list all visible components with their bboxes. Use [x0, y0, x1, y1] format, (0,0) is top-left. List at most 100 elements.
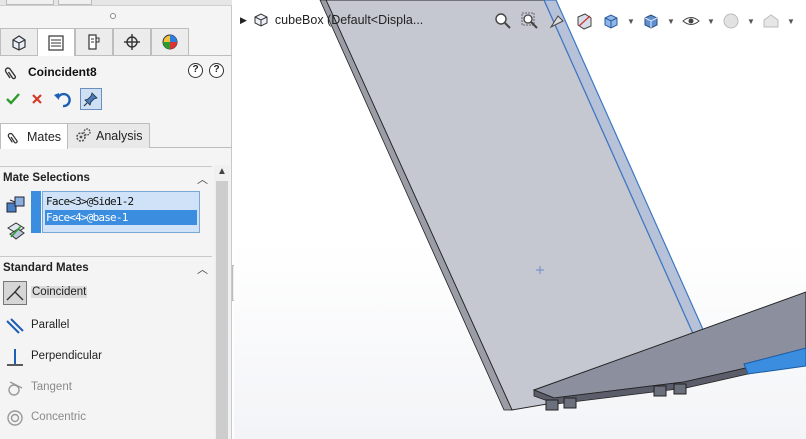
- tab-mates[interactable]: Mates: [0, 123, 69, 149]
- base-tab: [563, 397, 577, 409]
- feature-tree-icon: [12, 35, 26, 51]
- property-manager-icon: [48, 34, 64, 51]
- mate-coincident-label: Coincident: [31, 286, 88, 298]
- manager-tabbar: [0, 28, 232, 56]
- cancel-button[interactable]: [26, 88, 48, 110]
- collapse-chevron-icon[interactable]: ︿: [197, 261, 208, 277]
- feature-title: Coincident8: [28, 65, 97, 79]
- flyout-tree-header[interactable]: ▶ cubeBox (Default<Displa...: [240, 12, 423, 28]
- mate-parallel-label: Parallel: [31, 319, 70, 331]
- tangent-icon: [3, 376, 27, 400]
- perpendicular-icon: [3, 345, 27, 369]
- mate-concentric[interactable]: Concentric: [3, 406, 203, 430]
- base-tab: [653, 385, 667, 397]
- display-style-icon: [644, 14, 658, 29]
- tab-feature-manager[interactable]: [0, 28, 38, 55]
- ok-button[interactable]: [2, 88, 24, 110]
- previous-view-button[interactable]: [546, 10, 568, 32]
- scroll-thumb[interactable]: [216, 181, 228, 439]
- tab-property-manager[interactable]: [37, 28, 75, 56]
- selection-item[interactable]: Face<4>@base-1: [45, 210, 197, 225]
- eye-icon: [682, 17, 700, 25]
- checkmark-icon: [6, 93, 20, 105]
- top-tab-1[interactable]: [6, 0, 54, 5]
- panel-grip[interactable]: [110, 13, 116, 19]
- help-icons: ? ?: [188, 63, 224, 78]
- zoom-to-area-button[interactable]: [519, 10, 541, 32]
- pushpin-icon: [83, 92, 98, 107]
- pushpin-button[interactable]: [80, 88, 102, 110]
- parallel-icon: [3, 314, 27, 338]
- view-orientation-button[interactable]: [600, 10, 622, 32]
- paperclip-icon: [7, 132, 18, 143]
- mate-perpendicular[interactable]: Perpendicular: [3, 345, 203, 369]
- mate-tangent[interactable]: Tangent: [3, 376, 203, 400]
- appearance-icon: [723, 13, 739, 29]
- gears-icon: [76, 128, 91, 142]
- appearance-ball-icon: [162, 34, 178, 50]
- display-style-dropdown-icon[interactable]: ▼: [667, 10, 675, 32]
- mate-parallel[interactable]: Parallel: [3, 314, 203, 338]
- base-tab: [545, 399, 559, 411]
- assembly-icon: [254, 13, 268, 27]
- view-orientation-dropdown-icon[interactable]: ▼: [627, 10, 635, 32]
- hide-show-items-button[interactable]: [680, 10, 702, 32]
- edit-appearance-button[interactable]: [720, 10, 742, 32]
- mate-pair-icon[interactable]: [5, 220, 27, 242]
- property-manager-panel: Coincident8 ? ? Mates Analysis ▲ Mate Se…: [0, 0, 232, 439]
- graphics-viewport[interactable]: ▶ cubeBox (Default<Displa... ▼ ▼ ▼ ▼ ▼: [234, 0, 806, 439]
- scene-dropdown-icon[interactable]: ▼: [787, 10, 795, 32]
- expand-arrow-icon[interactable]: ▶: [240, 15, 247, 26]
- zoom-area-icon: [521, 12, 538, 29]
- section-view-button[interactable]: [573, 10, 595, 32]
- selected-entities-icon: [5, 194, 27, 216]
- undo-button[interactable]: [52, 88, 74, 110]
- hide-show-dropdown-icon[interactable]: ▼: [707, 10, 715, 32]
- section-view-icon: [577, 13, 592, 30]
- scroll-up-arrow-icon[interactable]: ▲: [214, 165, 230, 179]
- base-tab: [673, 383, 687, 395]
- configuration-icon: [88, 34, 100, 50]
- zoom-to-fit-button[interactable]: [492, 10, 514, 32]
- standard-mates-header[interactable]: Standard Mates ︿: [0, 256, 212, 276]
- tab-display-manager[interactable]: [151, 28, 189, 55]
- zoom-fit-icon: [495, 13, 511, 29]
- tab-dimxpert-manager[interactable]: [113, 28, 151, 55]
- coincident-icon: [3, 281, 27, 305]
- previous-view-icon: [549, 15, 564, 29]
- heads-up-view-toolbar: ▼ ▼ ▼ ▼ ▼: [492, 10, 795, 32]
- concentric-icon: [3, 406, 27, 430]
- mate-tangent-label: Tangent: [31, 381, 72, 393]
- crosshair-icon: [124, 34, 140, 50]
- action-row: [2, 88, 122, 112]
- tab-analysis[interactable]: Analysis: [67, 123, 150, 148]
- whats-wrong-icon[interactable]: ?: [188, 63, 203, 78]
- top-tab-2[interactable]: [58, 0, 92, 5]
- panel-top-strip: [0, 0, 232, 6]
- mate-selections-header[interactable]: Mate Selections ︿: [0, 166, 212, 186]
- view-orientation-icon: [604, 14, 618, 29]
- selection-item[interactable]: Face<3>@Side1-2: [45, 194, 197, 209]
- mate-perpendicular-label: Perpendicular: [31, 350, 102, 362]
- vertical-scrollbar[interactable]: ▲: [214, 165, 230, 439]
- feature-title-row: Coincident8 ? ?: [4, 62, 228, 82]
- appearance-dropdown-icon[interactable]: ▼: [747, 10, 755, 32]
- display-style-button[interactable]: [640, 10, 662, 32]
- help-icon[interactable]: ?: [209, 63, 224, 78]
- mate-concentric-label: Concentric: [31, 411, 86, 423]
- apply-scene-button[interactable]: [760, 10, 782, 32]
- mate-coincident[interactable]: Coincident: [3, 281, 203, 305]
- close-x-icon: [32, 94, 42, 104]
- mates-analysis-tabs: Mates Analysis: [0, 122, 232, 149]
- model-scene[interactable]: [234, 0, 806, 439]
- scene-icon: [763, 14, 779, 28]
- mate-selections-list[interactable]: Face<3>@Side1-2 Face<4>@base-1: [42, 191, 200, 233]
- undo-icon: [54, 92, 71, 108]
- tab-analysis-label: Analysis: [96, 129, 143, 143]
- tab-configuration-manager[interactable]: [75, 28, 113, 55]
- tab-mates-label: Mates: [27, 129, 62, 144]
- collapse-chevron-icon[interactable]: ︿: [197, 171, 208, 187]
- standard-mates-title: Standard Mates: [3, 262, 89, 274]
- selection-active-stripe: [31, 191, 41, 233]
- mate-selections-title: Mate Selections: [3, 172, 90, 184]
